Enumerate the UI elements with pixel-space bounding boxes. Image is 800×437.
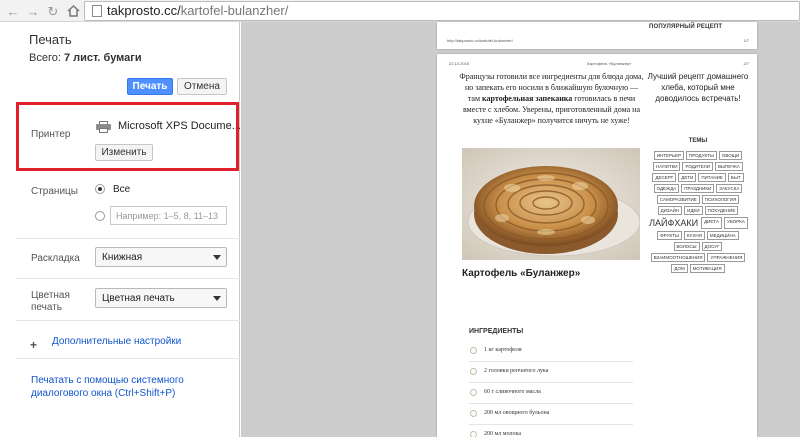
themes-title: ТЕМЫ [688,138,708,144]
ingredients-box: ИНГРЕДИЕНТЫ 1 кг картофеля 2 головки реп… [469,328,633,437]
divider [16,278,240,279]
ingredients-title: ИНГРЕДИЕНТЫ [469,328,524,335]
print-button[interactable]: Печать [127,78,173,95]
page-number: 1/7 [743,38,749,43]
browser-toolbar: ← → ↻ takprosto.cc/kartofel-bulanzher/ [0,0,800,22]
screen: ← → ↻ takprosto.cc/kartofel-bulanzher/ П… [0,0,800,437]
tag-item: ВОЛОСЫ [673,242,700,251]
layout-label: Раскладка [31,253,80,264]
intro-paragraph: Французы готовили все ингредиенты для бл… [459,72,644,125]
forward-arrow-icon[interactable]: → [24,2,42,20]
tag-item: ПРАЗДНИКИ [681,184,715,193]
checkbox-icon [470,410,477,417]
recipe-title: Картофель «Буланжер» [462,268,581,279]
panel-title: Печать [29,32,72,47]
tag-item: РОДИТЕЛИ [682,162,713,171]
checkbox-icon [470,347,477,354]
pages-all-label: Все [113,184,131,195]
popular-heading: ПОПУЛЯРНЫЙ РЕЦЕПТ [649,24,723,30]
tag-item: ДОМ [671,264,688,273]
pages-label: Страницы [31,186,78,197]
divider [16,238,240,239]
layout-value: Книжная [102,252,143,263]
tag-item: ВЫПЕЧКА [714,162,743,171]
tag-item: ИДЕИ [684,206,703,215]
page-url: http://takprosto.cc/kartofel-bulanzher/ [447,38,513,43]
address-url: takprosto.cc/kartofel-bulanzher/ [107,3,289,18]
chevron-down-icon [213,255,221,260]
tag-item: НАПИТКИ [653,162,681,171]
tag-item: МОТИВАЦИЯ [689,264,725,273]
tag-item: ВЗАИМООТНОШЕНИЯ [650,253,706,262]
tag-item: ПИТАНИЕ [698,173,726,182]
tag-item: УПРАЖНЕНИЯ [707,253,746,262]
system-dialog-link[interactable]: Печатать с помощью системного диалоговог… [31,374,226,400]
pages-range-radio[interactable] [95,211,105,221]
page-header-title: Картофель «Буланжер» [587,61,632,66]
tag-item: ПСИХОЛОГИЯ [701,195,740,204]
list-item: 1 кг картофеля [469,341,633,362]
tag-item: ОДЕЖДА [653,184,680,193]
tag-item: УБОРКА [723,217,748,229]
print-settings-panel: Печать Всего: 7 лист. бумаги Печать Отме… [0,22,241,437]
checkbox-icon [470,431,477,437]
list-item: 200 мл овощного бульона [469,404,633,425]
checkbox-icon [470,368,477,375]
tag-item: ПОХУДЕНИЕ [704,206,739,215]
page-date: 22.10.2015 [449,61,470,66]
back-arrow-icon[interactable]: ← [4,2,22,20]
tag-item: ФРУКТЫ [657,231,682,240]
tag-item: БЫТ [727,173,744,182]
side-best-recipe: Лучший рецепт домашнего хлеба, который м… [647,72,749,103]
home-icon[interactable] [64,2,82,20]
printer-highlight-box [16,102,239,171]
more-settings-link[interactable]: Дополнительные настройки [52,336,181,347]
tag-item: ДОСУГ [701,242,723,251]
layout-select[interactable]: Книжная [95,247,227,267]
tag-cloud: ИНТЕРЬЕР ПРОДУКТЫ ОВОЩИ НАПИТКИ РОДИТЕЛИ ВЫПЕ… [648,151,748,273]
tag-item: МЕДИЦИНА [706,231,739,240]
tag-item: ДЕТИ [678,173,697,182]
page-icon [92,5,102,17]
page-number: 2/7 [743,61,749,66]
tag-item: ДИЕТА [701,217,722,229]
list-item: 60 г сливочного масла [469,383,633,404]
preview-page-2: 22.10.2015 Картофель «Буланжер» 2/7 Фран… [437,54,757,437]
tag-item: ОВОЩИ [718,151,743,160]
sheet-total: Всего: 7 лист. бумаги [29,52,142,64]
color-select[interactable]: Цветная печать [95,288,227,308]
tag-item: ИНТЕРЬЕР [653,151,685,160]
color-value: Цветная печать [102,293,175,304]
reload-icon[interactable]: ↻ [44,2,62,20]
plus-icon[interactable]: + [30,338,37,352]
tag-item: ДЕСЕРТ [652,173,677,182]
list-item: 2 головки репчатого лука [469,362,633,383]
tag-item: ЛАЙФХАКИ [648,217,700,229]
dish-photo [462,148,640,260]
tag-item: ЗАКУСКА [716,184,743,193]
pages-range-input[interactable]: Например: 1–5, 8, 11–13 [110,206,227,225]
print-preview-area: ПОПУЛЯРНЫЙ РЕЦЕПТ http://takprosto.cc/ka… [241,22,800,437]
list-item: 200 мл молока [469,425,633,437]
address-bar[interactable]: takprosto.cc/kartofel-bulanzher/ [84,1,800,21]
tag-item: КУХНЯ [683,231,705,240]
divider [16,320,240,321]
pages-all-radio[interactable] [95,184,105,194]
cancel-button[interactable]: Отмена [177,78,227,95]
preview-page-1: ПОПУЛЯРНЫЙ РЕЦЕПТ http://takprosto.cc/ka… [437,22,757,49]
checkbox-icon [470,389,477,396]
tag-item: ПРОДУКТЫ [686,151,717,160]
divider [16,358,240,359]
color-label: Цветная печать [31,290,70,313]
tag-item: САМОРАЗВИТИЕ [656,195,700,204]
tag-item: ДИЗАЙН [657,206,683,215]
chevron-down-icon [213,296,221,301]
